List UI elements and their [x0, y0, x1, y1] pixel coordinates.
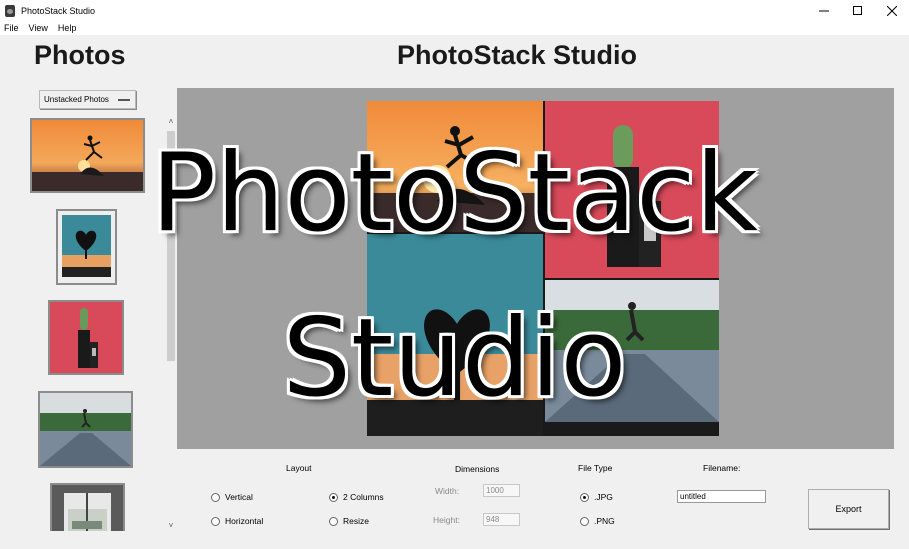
- radio-dot: [580, 516, 589, 526]
- street-photo-image: [40, 393, 131, 466]
- layout-resize-label: Resize: [343, 516, 369, 526]
- collage-tile-sunset: [367, 101, 543, 232]
- app-icon: [5, 4, 15, 17]
- scroll-down-icon[interactable]: ˅: [165, 521, 177, 531]
- photo-filter-dropdown[interactable]: Unstacked Photos: [39, 90, 136, 109]
- export-button[interactable]: Export: [808, 489, 889, 529]
- filetype-jpg-label: .JPG: [594, 492, 613, 502]
- minimize-icon: [819, 10, 829, 11]
- filetype-png-radio[interactable]: .PNG: [580, 516, 615, 526]
- maximize-button[interactable]: [841, 0, 875, 21]
- collage-tile-cactus: [545, 101, 719, 278]
- menu-view[interactable]: View: [24, 23, 53, 33]
- collage-tile-gap: [545, 422, 719, 436]
- layout-vertical-radio[interactable]: Vertical: [211, 492, 253, 502]
- filename-input[interactable]: untitled: [677, 490, 766, 503]
- filetype-png-label: .PNG: [594, 516, 615, 526]
- radio-dot: [211, 492, 220, 502]
- layout-horizontal-label: Horizontal: [225, 516, 264, 526]
- layout-horizontal-radio[interactable]: Horizontal: [211, 516, 263, 526]
- radio-dot: [211, 516, 220, 526]
- street-tile-image: [545, 280, 719, 422]
- window-controls: [807, 0, 909, 21]
- sunset-photo-image: [32, 120, 143, 191]
- close-button[interactable]: [875, 0, 909, 21]
- scroll-up-icon[interactable]: ˄: [165, 117, 177, 127]
- thumbnail-item[interactable]: [30, 118, 145, 193]
- dimensions-label: Dimensions: [455, 464, 500, 474]
- filename-label: Filename:: [703, 463, 741, 473]
- radio-dot-checked: [580, 492, 589, 502]
- layout-2columns-radio[interactable]: 2 Columns: [329, 492, 384, 502]
- collage-preview: [367, 101, 719, 436]
- cactus-tile-image: [545, 101, 719, 278]
- collage-tile-heart-tree: [367, 234, 543, 436]
- thumbnail-item[interactable]: [38, 391, 133, 468]
- layout-label: Layout: [286, 463, 312, 473]
- window-photo-image: [52, 485, 123, 531]
- layout-2columns-label: 2 Columns: [343, 492, 384, 502]
- thumbnail-item[interactable]: [56, 209, 117, 285]
- height-label: Height:: [433, 515, 460, 525]
- scroll-thumb[interactable]: [167, 131, 175, 361]
- layout-vertical-label: Vertical: [225, 492, 253, 502]
- height-input[interactable]: 948: [483, 513, 520, 526]
- thumbnail-item[interactable]: [48, 300, 124, 375]
- menu-file[interactable]: File: [0, 23, 24, 33]
- thumbnail-scrollbar[interactable]: ˄ ˅: [165, 117, 177, 531]
- file-type-label: File Type: [578, 463, 613, 473]
- collage-tile-street: [545, 280, 719, 422]
- photo-filter-value: Unstacked Photos: [44, 95, 109, 104]
- close-icon: [887, 5, 897, 16]
- dropdown-indicator-icon: [118, 99, 130, 101]
- thumbnail-item[interactable]: [50, 483, 125, 531]
- export-button-label: Export: [835, 504, 862, 514]
- width-label: Width:: [435, 486, 460, 496]
- page-title: PhotoStack Studio: [397, 40, 638, 70]
- width-input[interactable]: 1000: [483, 484, 520, 497]
- filetype-jpg-radio[interactable]: .JPG: [580, 492, 613, 502]
- photos-heading: Photos: [34, 40, 126, 70]
- heart-tree-tile-image: [367, 234, 543, 436]
- layout-resize-radio[interactable]: Resize: [329, 516, 369, 526]
- heart-tree-photo-image: [58, 211, 115, 283]
- maximize-icon: [853, 5, 862, 15]
- cactus-photo-image: [50, 302, 122, 373]
- sunset-tile-image: [367, 101, 543, 232]
- title-bar: PhotoStack Studio: [0, 0, 909, 21]
- minimize-button[interactable]: [807, 0, 841, 21]
- radio-dot-checked: [329, 492, 338, 502]
- menu-bar: File View Help: [0, 21, 909, 35]
- thumbnail-list: [28, 117, 165, 531]
- radio-dot: [329, 516, 338, 526]
- window-title: PhotoStack Studio: [21, 5, 96, 16]
- menu-help[interactable]: Help: [53, 23, 82, 33]
